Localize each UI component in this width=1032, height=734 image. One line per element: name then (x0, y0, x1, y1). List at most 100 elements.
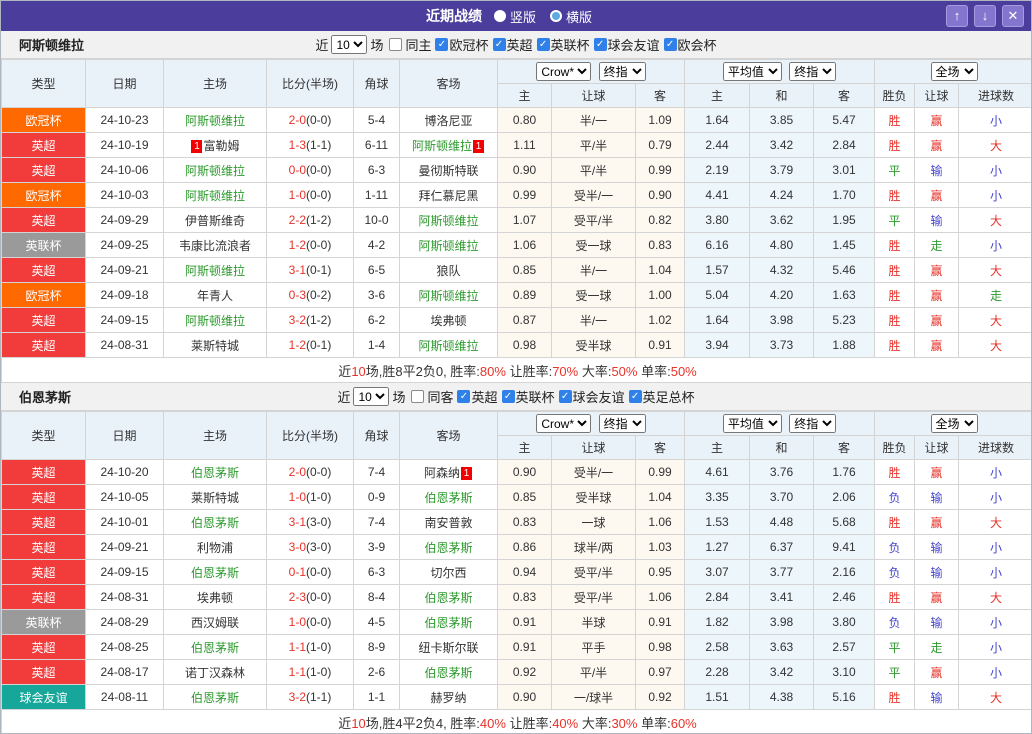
col-corner: 角球 (353, 59, 400, 108)
away-team[interactable]: 伯恩茅斯 (399, 534, 498, 560)
away-team-name: 拜仁慕尼黑 (418, 188, 479, 203)
away-team[interactable]: 阿斯顿维拉 (399, 282, 498, 308)
scope-select[interactable]: 全场 (930, 62, 978, 81)
fulltime-score: 3-1 (288, 263, 306, 277)
home-team[interactable]: 阿斯顿维拉 (163, 307, 267, 333)
league-filter-checkbox[interactable]: ✓ 英足总杯 (628, 387, 695, 406)
average-group-header: 平均值 终指 (684, 59, 876, 84)
halftime-score: (0-0) (306, 615, 332, 629)
home-team[interactable]: 西汉姆联 (163, 609, 267, 635)
home-team[interactable]: 莱斯特城 (163, 484, 267, 510)
match-date: 24-09-21 (85, 257, 164, 283)
league-filter-group: ✓ 英超 ✓ 英联杯 ✓ 球会友谊 ✓ 英足总杯 (453, 387, 695, 406)
odds-time-select[interactable]: 终指 (598, 414, 646, 433)
away-team[interactable]: 伯恩茅斯 (399, 659, 498, 685)
league-filter-checkbox[interactable]: ✓ 球会友谊 (593, 35, 660, 54)
score-halftime: 2-0(0-0) (266, 107, 354, 133)
league-filter-label: 欧冠杯 (449, 38, 489, 53)
away-team[interactable]: 伯恩茅斯 (399, 609, 498, 635)
home-team[interactable]: 1 富勒姆 (163, 132, 267, 158)
odds-time-select[interactable]: 终指 (598, 62, 646, 81)
move-up-button[interactable]: ↑ (946, 5, 968, 27)
home-team-name: 伯恩茅斯 (190, 465, 239, 480)
away-team[interactable]: 伯恩茅斯 (399, 584, 498, 610)
away-team[interactable]: 阿斯顿维拉 (399, 232, 498, 258)
home-team[interactable]: 伯恩茅斯 (163, 684, 267, 710)
home-team[interactable]: 莱斯特城 (163, 332, 267, 358)
league-badge: 英超 (1, 584, 86, 610)
home-team[interactable]: 年青人 (163, 282, 267, 308)
away-team[interactable]: 阿斯顿维拉 1 (399, 132, 498, 158)
handicap-result-cell: 赢 (914, 107, 960, 133)
layout-radio-vertical[interactable]: 竖版 (493, 7, 536, 26)
odds-company-select[interactable]: Crow* (536, 414, 592, 433)
away-team[interactable]: 南安普敦 (399, 509, 498, 535)
match-count-select[interactable]: 10 (353, 387, 390, 406)
league-filter-checkbox[interactable]: ✓ 英超 (492, 35, 533, 54)
home-team[interactable]: 阿斯顿维拉 (163, 157, 267, 183)
away-team[interactable]: 曼彻斯特联 (399, 157, 498, 183)
checkbox-unchecked-icon[interactable] (389, 38, 403, 51)
score-halftime: 2-0(0-0) (266, 459, 354, 485)
result-text: 赢 (930, 590, 943, 605)
scope-select[interactable]: 全场 (930, 414, 978, 433)
checkbox-unchecked-icon[interactable] (411, 390, 425, 403)
away-team[interactable]: 伯恩茅斯 (399, 484, 498, 510)
league-filter-checkbox[interactable]: ✓ 英超 (457, 387, 498, 406)
home-team[interactable]: 伯恩茅斯 (163, 459, 267, 485)
league-badge: 英超 (1, 332, 86, 358)
league-filter-checkbox[interactable]: ✓ 欧会杯 (663, 35, 717, 54)
avg-draw-odds: 4.80 (749, 232, 815, 258)
league-badge: 英超 (1, 459, 86, 485)
col-odds-home: 主 (497, 83, 552, 108)
average-source-select[interactable]: 平均值 (722, 62, 782, 81)
away-team[interactable]: 阿斯顿维拉 (399, 332, 498, 358)
odds-company-select[interactable]: Crow* (536, 62, 592, 81)
league-badge: 欧冠杯 (1, 107, 86, 133)
avg-away-odds: 2.06 (813, 484, 876, 510)
average-source-select[interactable]: 平均值 (722, 414, 782, 433)
away-team[interactable]: 埃弗顿 (399, 307, 498, 333)
move-down-button[interactable]: ↓ (974, 5, 996, 27)
fulltime-score: 1-0 (288, 188, 306, 202)
home-team[interactable]: 利物浦 (163, 534, 267, 560)
match-count-select[interactable]: 10 (331, 35, 368, 54)
league-filter-label: 欧会杯 (677, 38, 717, 53)
away-team[interactable]: 赫罗纳 (399, 684, 498, 710)
average-time-select[interactable]: 终指 (789, 414, 837, 433)
away-team[interactable]: 纽卡斯尔联 (399, 634, 498, 660)
home-team[interactable]: 阿斯顿维拉 (163, 182, 267, 208)
away-team[interactable]: 博洛尼亚 (399, 107, 498, 133)
home-team[interactable]: 伯恩茅斯 (163, 559, 267, 585)
home-team[interactable]: 伯恩茅斯 (163, 634, 267, 660)
layout-radio-horizontal[interactable]: 横版 (550, 7, 592, 26)
home-team[interactable]: 伯恩茅斯 (163, 509, 267, 535)
handicap-line: 平手 (551, 634, 636, 660)
handicap-result-cell: 走 (914, 232, 960, 258)
away-team[interactable]: 拜仁慕尼黑 (399, 182, 498, 208)
result-text: 小 (990, 565, 1003, 580)
avg-away-odds: 5.46 (813, 257, 876, 283)
average-time-select[interactable]: 终指 (789, 62, 837, 81)
home-team[interactable]: 韦康比流浪者 (163, 232, 267, 258)
away-team[interactable]: 狼队 (399, 257, 498, 283)
away-team[interactable]: 阿森纳 1 (399, 459, 498, 485)
home-team[interactable]: 埃弗顿 (163, 584, 267, 610)
away-team-name: 阿森纳 (423, 465, 460, 480)
avg-away-odds: 5.16 (813, 684, 876, 710)
score-halftime: 1-1(1-0) (266, 634, 354, 660)
home-team[interactable]: 诺丁汉森林 (163, 659, 267, 685)
away-team[interactable]: 阿斯顿维拉 (399, 207, 498, 233)
league-filter-checkbox[interactable]: ✓ 欧冠杯 (435, 35, 489, 54)
away-team[interactable]: 切尔西 (399, 559, 498, 585)
home-team[interactable]: 伊普斯维奇 (163, 207, 267, 233)
league-filter-checkbox[interactable]: ✓ 英联杯 (501, 387, 555, 406)
recent-results-panel: 近期战绩 竖版 横版 ↑ ↓ ✕ 阿斯顿维拉 近 10 场 同主 ✓ 欧冠杯 ✓ 英超… (0, 0, 1032, 734)
league-filter-checkbox[interactable]: ✓ 球会友谊 (558, 387, 625, 406)
home-team[interactable]: 阿斯顿维拉 (163, 257, 267, 283)
away-odds: 0.99 (634, 459, 686, 485)
close-button[interactable]: ✕ (1002, 5, 1024, 27)
home-team[interactable]: 阿斯顿维拉 (163, 107, 267, 133)
league-filter-checkbox[interactable]: ✓ 英联杯 (536, 35, 590, 54)
away-team-name: 阿斯顿维拉 (418, 338, 479, 353)
